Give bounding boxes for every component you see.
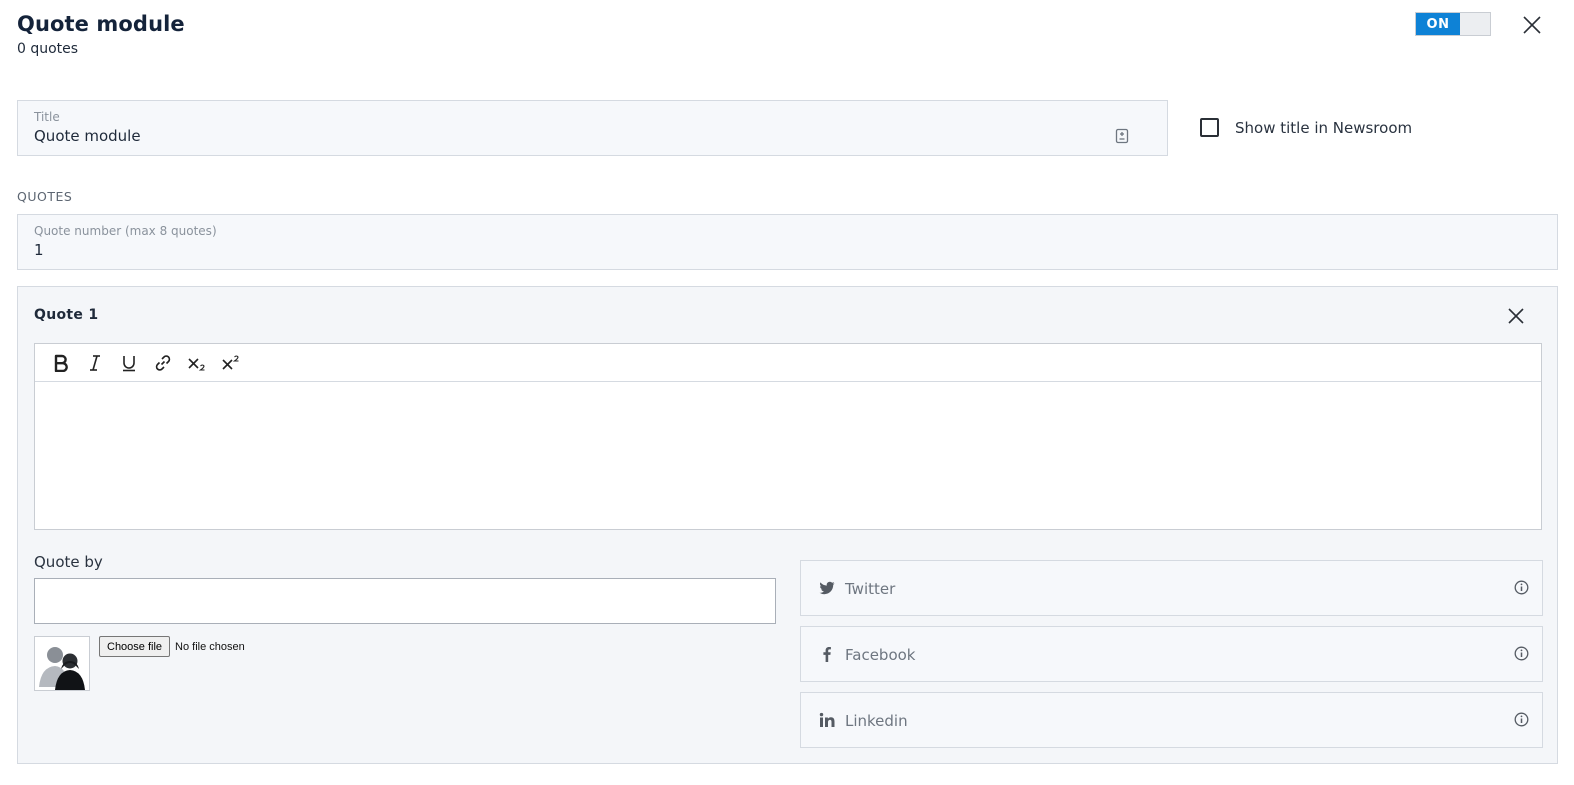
twitter-placeholder: Twitter xyxy=(845,580,896,598)
page-title: Quote module xyxy=(17,12,185,36)
close-icon[interactable] xyxy=(1521,14,1543,36)
show-title-label: Show title in Newsroom xyxy=(1235,118,1413,137)
quote-editor xyxy=(34,343,1542,530)
quote-count: 0 quotes xyxy=(17,41,79,57)
link-button[interactable] xyxy=(146,348,180,378)
facebook-placeholder: Facebook xyxy=(845,646,916,664)
quote-number-value[interactable]: 1 xyxy=(34,241,44,259)
toggle-on-label: ON xyxy=(1416,13,1460,35)
remove-quote-icon[interactable] xyxy=(1506,306,1526,326)
quote-by-input[interactable] xyxy=(34,578,776,624)
file-upload: Choose file No file chosen xyxy=(99,636,245,657)
linkedin-placeholder: Linkedin xyxy=(845,712,908,730)
module-toggle[interactable]: ON xyxy=(1415,12,1491,36)
superscript-button[interactable] xyxy=(214,348,248,378)
editor-toolbar xyxy=(35,344,1541,382)
choose-file-button[interactable]: Choose file xyxy=(99,636,171,657)
twitter-field[interactable]: Twitter xyxy=(800,560,1543,616)
title-field-value[interactable]: Quote module xyxy=(34,127,141,145)
underline-button[interactable] xyxy=(112,348,146,378)
italic-icon xyxy=(90,354,100,371)
linkedin-field[interactable]: Linkedin xyxy=(800,692,1543,748)
twitter-icon xyxy=(819,581,835,595)
file-status: No file chosen xyxy=(175,640,245,653)
quote-panel: Quote 1 Quote by Choose file No file cho… xyxy=(17,286,1558,764)
show-title-checkbox-row[interactable]: Show title in Newsroom xyxy=(1200,118,1412,137)
subscript-icon xyxy=(188,357,205,371)
show-title-checkbox[interactable] xyxy=(1200,118,1219,137)
info-icon[interactable] xyxy=(1514,580,1529,595)
subscript-button[interactable] xyxy=(180,348,214,378)
underline-icon xyxy=(123,355,135,371)
facebook-field[interactable]: Facebook xyxy=(800,626,1543,682)
quotes-section-label: QUOTES xyxy=(17,189,73,204)
title-field-label: Title xyxy=(34,110,60,124)
quote-editor-body[interactable] xyxy=(35,382,1541,530)
italic-button[interactable] xyxy=(78,348,112,378)
quote-title: Quote 1 xyxy=(34,307,99,323)
linkedin-icon xyxy=(819,712,835,727)
info-icon[interactable] xyxy=(1514,646,1529,661)
quote-number-label: Quote number (max 8 quotes) xyxy=(34,224,217,238)
title-field[interactable]: Title Quote module xyxy=(17,100,1168,156)
text-length-icon xyxy=(1115,128,1129,144)
quote-by-label: Quote by xyxy=(34,553,103,571)
toggle-off-area xyxy=(1460,13,1490,35)
quote-number-field[interactable]: Quote number (max 8 quotes) 1 xyxy=(17,214,1558,270)
link-icon xyxy=(155,354,171,371)
superscript-icon xyxy=(222,354,239,370)
avatar-placeholder-icon xyxy=(34,636,90,691)
bold-icon xyxy=(54,354,68,372)
facebook-icon xyxy=(823,647,831,662)
bold-button[interactable] xyxy=(44,348,78,378)
info-icon[interactable] xyxy=(1514,712,1529,727)
